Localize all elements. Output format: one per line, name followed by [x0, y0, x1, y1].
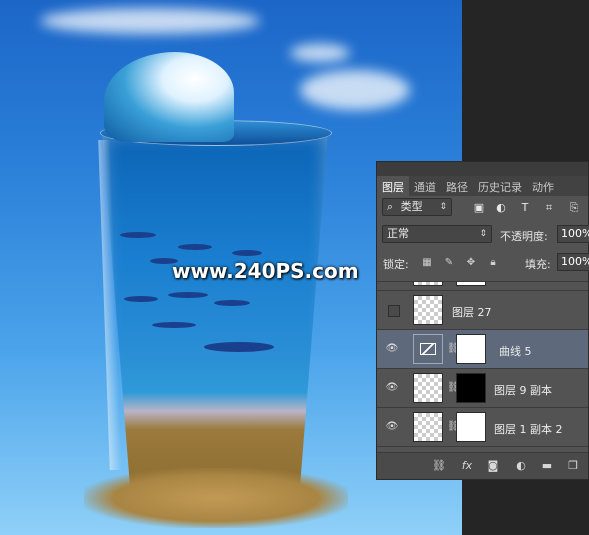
layer-mask-thumbnail — [456, 373, 486, 403]
fx-icon[interactable]: fx — [460, 459, 474, 473]
layer-mask-thumbnail — [456, 282, 486, 286]
link-icon[interactable]: ⛓︎ — [447, 343, 460, 355]
fish — [152, 322, 196, 328]
sand-image — [84, 468, 348, 528]
tab-actions[interactable]: 动作 — [527, 176, 559, 196]
add-mask-icon[interactable]: ◙ — [486, 459, 500, 473]
tab-history[interactable]: 历史记录 — [473, 176, 527, 196]
layers-list: 图层 27 👁︎ ⛓︎ 曲线 5 👁︎ ⛓︎ 图层 9 副本 👁︎ ⛓︎ 图层 … — [377, 281, 588, 453]
search-icon: ⌕ — [387, 200, 394, 213]
smart-object-filter-icon[interactable]: ⎘ — [567, 201, 581, 215]
watermark-text: www.240PS.com — [172, 259, 359, 283]
tab-channels[interactable]: 通道 — [409, 176, 441, 196]
layers-bottom-bar: ⛓︎ fx ◙ ◐ ▬ ❐ — [377, 452, 588, 479]
lock-transparent-icon[interactable]: ▦ — [421, 257, 433, 269]
cloud — [300, 70, 410, 110]
lock-label: 锁定: — [383, 258, 409, 271]
panel-title-bar[interactable] — [377, 162, 588, 177]
layer-name[interactable]: 图层 27 — [452, 304, 492, 320]
link-icon[interactable]: ⛓︎ — [447, 382, 460, 394]
type-filter-icon[interactable]: T — [518, 201, 532, 215]
fish — [120, 232, 156, 238]
eye-icon[interactable]: 👁︎ — [385, 343, 399, 355]
panel-tabs: 图层 通道 路径 历史记录 动作 — [377, 176, 588, 196]
cloud — [40, 8, 260, 34]
layer-row[interactable]: 👁︎ ⛓︎ 图层 9 副本 — [377, 369, 588, 408]
layer-name[interactable]: 图层 1 副本 2 — [494, 421, 563, 437]
layer-thumbnail — [413, 295, 443, 325]
fish — [214, 300, 250, 306]
adjustment-layer-icon[interactable]: ◐ — [514, 459, 528, 473]
new-layer-icon[interactable]: ❐ — [566, 459, 580, 473]
link-icon[interactable]: ⛓︎ — [432, 459, 446, 473]
tab-layers[interactable]: 图层 — [377, 176, 409, 196]
new-group-icon[interactable]: ▬ — [540, 459, 554, 473]
layer-thumbnail — [413, 373, 443, 403]
blend-mode-select[interactable]: 正常 ⇕ — [382, 225, 492, 243]
glass-image — [102, 132, 328, 504]
fish — [168, 292, 208, 298]
layer-name[interactable]: 图层 9 副本 — [494, 382, 552, 398]
chevron-updown-icon: ⇕ — [439, 202, 447, 212]
adjustment-filter-icon[interactable]: ◐ — [494, 201, 508, 215]
fish — [124, 296, 158, 302]
image-filter-icon[interactable]: ▣ — [472, 201, 486, 215]
visibility-toggle-off[interactable] — [388, 305, 400, 317]
layer-row-partial[interactable] — [377, 282, 588, 291]
opacity-label: 不透明度: — [500, 230, 548, 243]
lock-image-icon[interactable]: ✎ — [443, 257, 455, 269]
layer-row[interactable]: 图层 27 — [377, 291, 588, 330]
curves-adjustment-icon — [413, 334, 443, 364]
layer-row[interactable]: 👁︎ ⛓︎ 图层 1 副本 2 — [377, 408, 588, 447]
wave-image — [104, 52, 234, 142]
blend-mode-value: 正常 — [387, 227, 409, 240]
tab-paths[interactable]: 路径 — [441, 176, 473, 196]
cloud — [290, 44, 350, 62]
filter-type-value: 类型 — [400, 200, 423, 213]
eye-icon[interactable]: 👁︎ — [385, 421, 399, 433]
layer-mask-thumbnail — [456, 412, 486, 442]
layer-thumbnail — [413, 282, 443, 286]
layers-panel: 图层 通道 路径 历史记录 动作 ⌕ 类型 ⇕ ▣ ◐ T ⌗ ⎘ 正常 ⇕ 不… — [376, 161, 589, 480]
link-icon[interactable]: ⛓︎ — [447, 421, 460, 433]
lock-all-icon[interactable]: 🔒︎ — [487, 257, 499, 269]
layer-row-selected[interactable]: 👁︎ ⛓︎ 曲线 5 — [377, 330, 588, 369]
layer-mask-thumbnail — [456, 334, 486, 364]
eye-icon[interactable]: 👁︎ — [385, 382, 399, 394]
layer-thumbnail — [413, 412, 443, 442]
shape-filter-icon[interactable]: ⌗ — [542, 201, 556, 215]
filter-type-select[interactable]: ⌕ 类型 ⇕ — [382, 198, 452, 216]
opacity-input[interactable]: 100% — [557, 225, 589, 243]
fill-label: 填充: — [525, 258, 551, 271]
chevron-updown-icon: ⇕ — [479, 229, 487, 239]
layer-name[interactable]: 曲线 5 — [499, 343, 532, 359]
fish — [232, 250, 262, 256]
fish — [178, 244, 212, 250]
fish — [204, 342, 274, 352]
fill-input[interactable]: 100% — [557, 253, 589, 271]
lock-position-icon[interactable]: ✥ — [465, 257, 477, 269]
